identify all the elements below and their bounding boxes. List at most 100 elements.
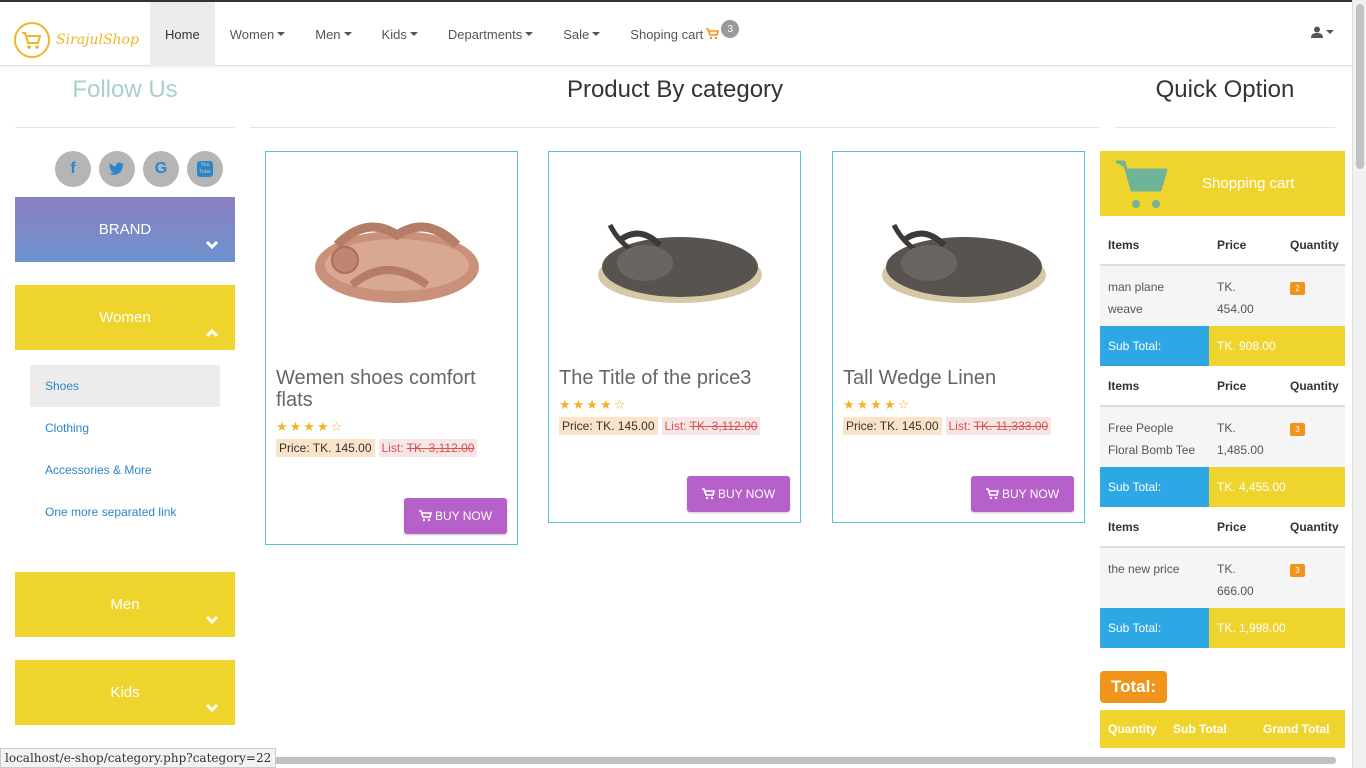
google-icon[interactable]: G: [143, 151, 179, 187]
item-price: 666.00: [1217, 584, 1254, 598]
submenu-item-accessories[interactable]: Accessories & More: [30, 449, 220, 491]
brand-panel[interactable]: BRAND: [15, 197, 235, 262]
product-price: Price: TK. 145.00: [843, 417, 942, 435]
nav-women[interactable]: Women: [215, 2, 301, 66]
sub-total-value: TK. 1,998.00: [1209, 608, 1345, 648]
total-label: Total:: [1100, 671, 1167, 703]
total-table-header: Quantity Sub Total Grand Total: [1100, 710, 1345, 748]
women-submenu: Shoes Clothing Accessories & More One mo…: [30, 365, 220, 533]
submenu-item-separated-link[interactable]: One more separated link: [30, 491, 220, 533]
sub-total-row: Sub Total: TK. 1,998.00: [1100, 608, 1345, 648]
header-items: Items: [1108, 520, 1140, 534]
chevron-up-icon: [205, 328, 219, 338]
kids-panel-label: Kids: [110, 684, 140, 701]
horizontal-scrollbar[interactable]: [236, 757, 1336, 764]
product-title[interactable]: Tall Wedge Linen: [833, 367, 1084, 389]
user-icon: [1311, 26, 1323, 38]
list-price-value: TK. 3,112.00: [689, 419, 758, 433]
cart-count-badge: 3: [721, 20, 740, 38]
nav-men[interactable]: Men: [300, 2, 366, 66]
women-panel-label: Women: [99, 309, 151, 326]
product-price: Price: TK. 145.00: [559, 417, 658, 435]
divider: [15, 127, 235, 128]
nav-home-label: Home: [165, 26, 200, 42]
cart-item-table: Items Price Quantity Free People Floral B…: [1100, 367, 1345, 507]
shopping-cart-icon: [706, 28, 720, 40]
shopping-cart-icon: [701, 488, 715, 500]
quantity-badge: 3: [1290, 423, 1305, 436]
submenu-item-clothing[interactable]: Clothing: [30, 407, 220, 449]
quantity-badge: 2: [1290, 282, 1305, 295]
sub-total-row: Sub Total: TK. 4,455.00: [1100, 467, 1345, 507]
cart-table-header: Items Price Quantity: [1100, 367, 1345, 407]
cart-item-row: the new price TK. 666.00 3: [1100, 548, 1345, 608]
list-price-value: TK. 3,112.00: [406, 441, 475, 455]
twitter-icon[interactable]: [99, 151, 135, 187]
buy-now-button[interactable]: BUY NOW: [971, 476, 1074, 512]
header-quantity: Quantity: [1290, 379, 1339, 393]
submenu-item-shoes[interactable]: Shoes: [30, 365, 220, 407]
item-name: man plane: [1108, 280, 1165, 294]
header-quantity: Quantity: [1290, 520, 1339, 534]
total-header-grand-total: Grand Total: [1263, 722, 1330, 736]
youtube-label: You Tube: [197, 161, 213, 177]
buy-now-button[interactable]: BUY NOW: [404, 498, 507, 534]
logo[interactable]: SirajulShop: [14, 22, 139, 58]
product-image[interactable]: [266, 152, 517, 367]
women-panel[interactable]: Women: [15, 285, 235, 350]
men-panel[interactable]: Men: [15, 572, 235, 637]
header-price: Price: [1217, 238, 1247, 252]
item-price-currency: TK.: [1217, 280, 1236, 294]
product-card[interactable]: Wemen shoes comfort flats ★★★★☆ Price: T…: [265, 151, 518, 545]
nav-kids[interactable]: Kids: [367, 2, 433, 66]
rating-stars: ★★★★☆: [843, 397, 912, 412]
nav-departments[interactable]: Departments: [433, 2, 548, 66]
nav-home[interactable]: Home: [150, 2, 215, 66]
item-price: 454.00: [1217, 302, 1254, 316]
product-image[interactable]: [833, 152, 1084, 367]
item-price: 1,485.00: [1217, 443, 1264, 457]
product-card[interactable]: The Title of the price3 ★★★★☆ Price: TK.…: [548, 151, 801, 523]
nav-women-label: Women: [229, 26, 275, 42]
divider: [1115, 127, 1335, 128]
sub-total-label: Sub Total:: [1100, 326, 1209, 366]
item-name: Free People: [1108, 421, 1174, 435]
nav-sale[interactable]: Sale: [548, 2, 615, 66]
quick-cart-header[interactable]: Shopping cart: [1100, 151, 1345, 216]
youtube-icon[interactable]: You Tube: [187, 151, 223, 187]
caret-down-icon: [525, 32, 534, 36]
product-image[interactable]: [549, 152, 800, 367]
buy-now-button[interactable]: BUY NOW: [687, 476, 790, 512]
cart-item-table: Items Price Quantity the new price TK. 66…: [1100, 508, 1345, 648]
nav-shopping-cart[interactable]: Shoping cart 3: [615, 2, 740, 66]
product-title[interactable]: Wemen shoes comfort flats: [266, 367, 517, 411]
product-card[interactable]: Tall Wedge Linen ★★★★☆ Price: TK. 145.00…: [832, 151, 1085, 523]
sub-total-label: Sub Total:: [1100, 467, 1209, 507]
follow-us-title: Follow Us: [72, 76, 178, 103]
scrollbar-thumb[interactable]: [1356, 4, 1364, 169]
kids-panel[interactable]: Kids: [15, 660, 235, 725]
quick-cart-label: Shopping cart: [1202, 175, 1295, 192]
list-price: List: TK. 11,333.00: [945, 417, 1052, 435]
user-menu[interactable]: [1311, 26, 1334, 38]
divider: [250, 127, 1100, 128]
sub-total-value: TK. 908.00: [1209, 326, 1345, 366]
brand-panel-label: BRAND: [98, 221, 152, 238]
header-price: Price: [1217, 520, 1247, 534]
item-name: the new price: [1108, 562, 1180, 576]
buy-now-label: BUY NOW: [1001, 487, 1060, 501]
list-price-label: List:: [948, 419, 971, 433]
item-name-cont: Floral Bomb Tee: [1108, 443, 1196, 457]
page: SirajulShop Home Women Men Kids Departme…: [0, 0, 1366, 768]
facebook-icon[interactable]: f: [55, 151, 91, 187]
sub-total-value: TK. 4,455.00: [1209, 467, 1345, 507]
page-title: Product By category: [566, 76, 784, 103]
caret-down-icon: [409, 32, 418, 36]
header-items: Items: [1108, 238, 1140, 252]
buy-now-label: BUY NOW: [434, 509, 493, 523]
product-title[interactable]: The Title of the price3: [549, 367, 800, 389]
shopping-cart-icon: [418, 510, 432, 522]
vertical-scrollbar[interactable]: [1352, 0, 1366, 768]
item-price-currency: TK.: [1217, 421, 1236, 435]
chevron-down-icon: [205, 703, 219, 713]
